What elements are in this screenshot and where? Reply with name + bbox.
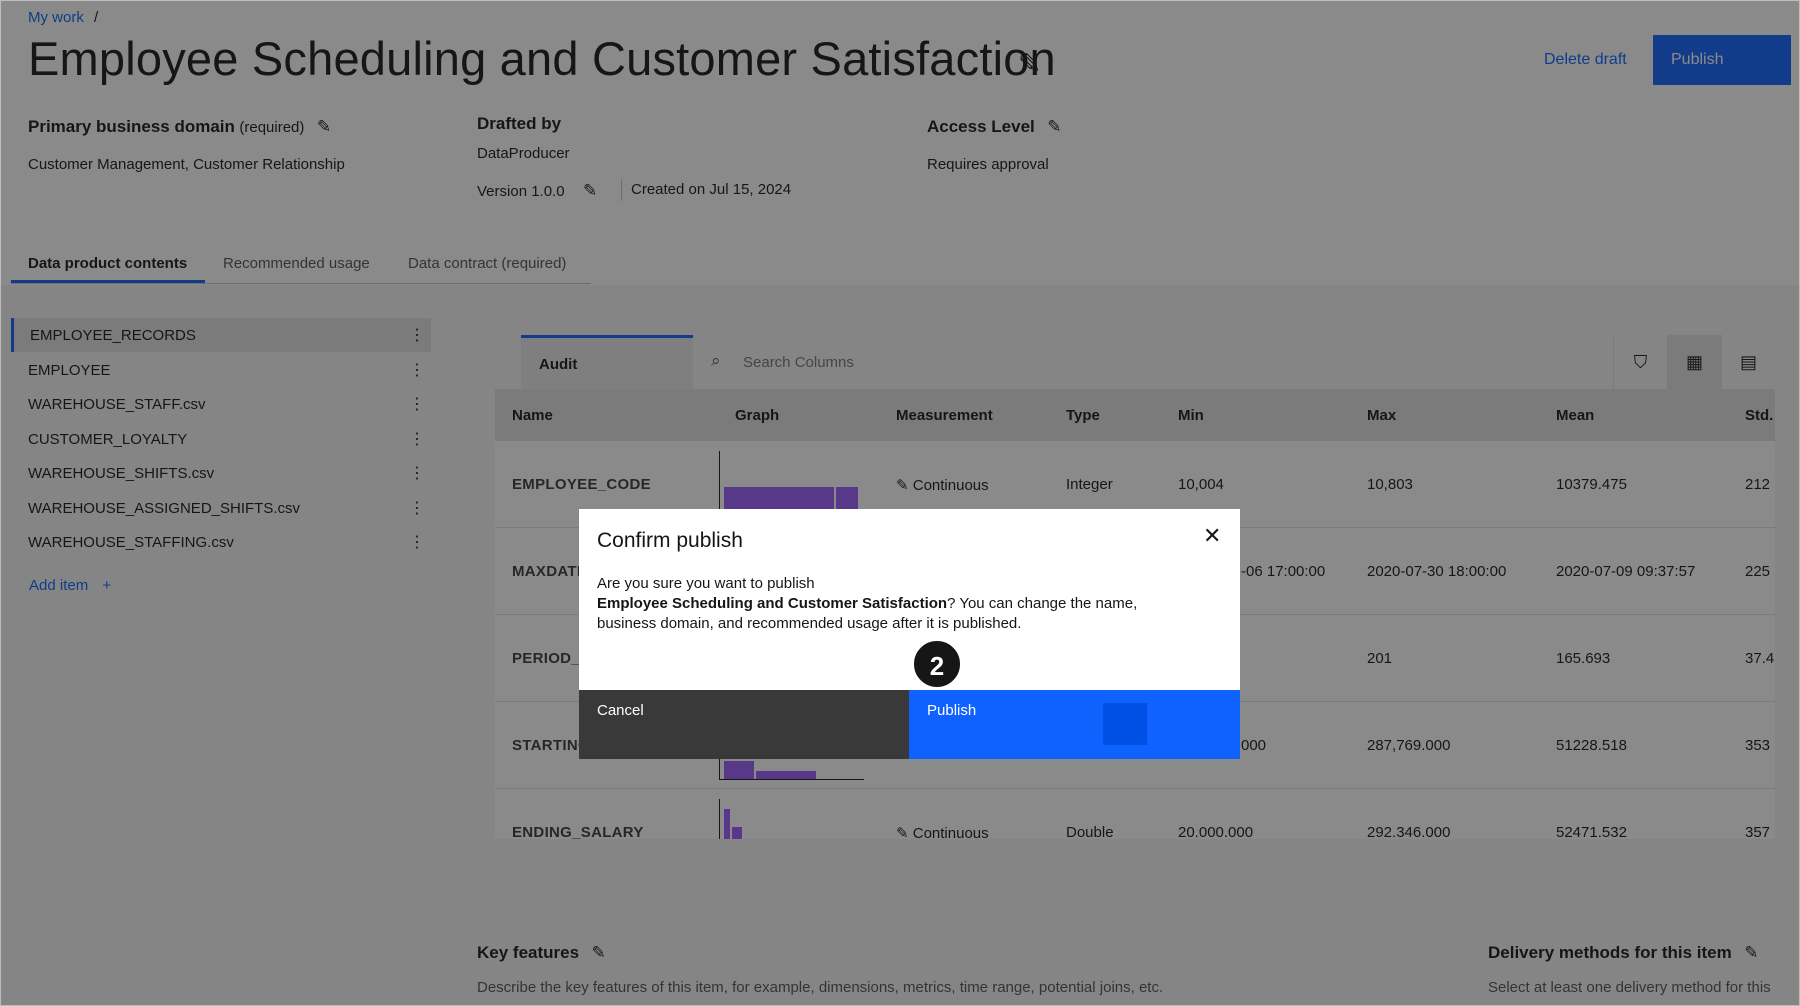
confirm-publish-button[interactable]: Publish [909, 690, 1240, 759]
modal-overlay[interactable] [1, 1, 1799, 1005]
modal-body-prefix: Are you sure you want to publish [597, 575, 815, 592]
modal-title: Confirm publish [597, 529, 743, 552]
app-window: My work / Employee Scheduling and Custom… [0, 0, 1800, 1006]
close-icon[interactable]: ✕ [1203, 523, 1221, 549]
click-target-highlight [1103, 703, 1147, 745]
cancel-button[interactable]: Cancel [579, 690, 909, 759]
step-badge: 2 [912, 639, 962, 689]
modal-body: Are you sure you want to publish Employe… [597, 574, 1157, 634]
modal-body-product: Employee Scheduling and Customer Satisfa… [597, 595, 948, 612]
